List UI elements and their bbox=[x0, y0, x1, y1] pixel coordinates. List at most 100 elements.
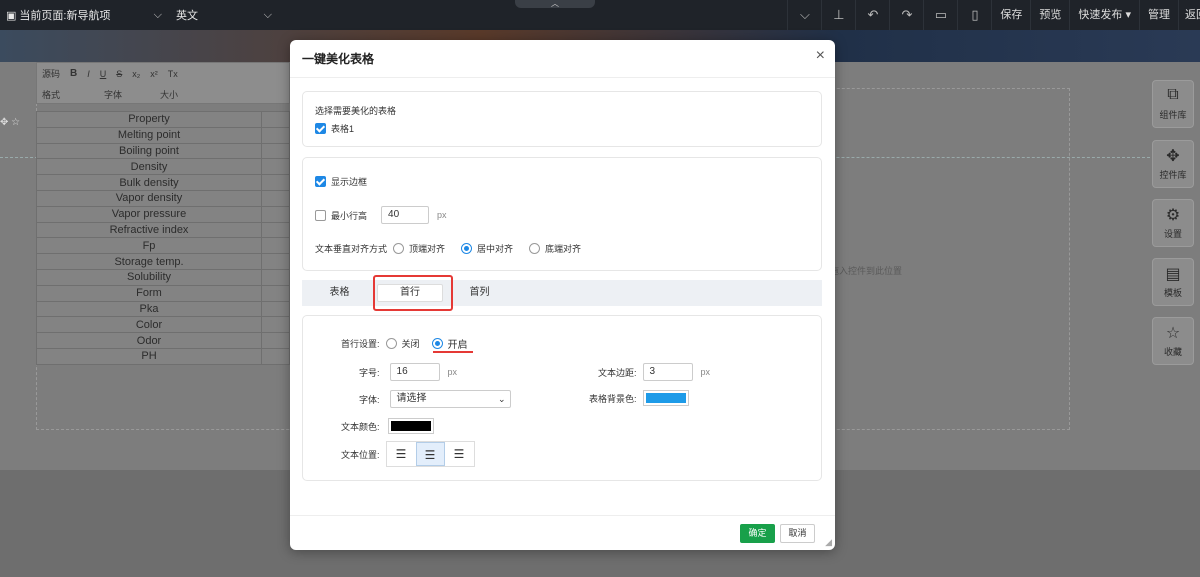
resize-handle-icon[interactable]: ◢ bbox=[825, 537, 832, 548]
tab-first-column[interactable]: 首列 bbox=[447, 280, 512, 306]
undo-icon[interactable]: ↶ bbox=[855, 0, 889, 30]
table-cell[interactable] bbox=[261, 347, 290, 365]
font-size-input[interactable]: 16 bbox=[389, 363, 440, 381]
superscript-button[interactable]: x² bbox=[145, 69, 163, 79]
align-right-icon[interactable]: ☰ bbox=[445, 442, 474, 466]
table-cell[interactable]: Fp bbox=[36, 237, 262, 255]
table-cell[interactable]: Vapor pressure bbox=[36, 205, 262, 223]
align-center-icon[interactable]: ☰ bbox=[415, 442, 445, 466]
manage-button[interactable]: 管理 bbox=[1139, 0, 1178, 30]
table-cell[interactable]: Refractive index bbox=[36, 221, 262, 239]
table-cell[interactable]: Density bbox=[36, 158, 262, 176]
close-icon[interactable]: × bbox=[816, 47, 825, 65]
dock-item-component-library[interactable]: ⧉ 组件库 bbox=[1152, 80, 1194, 128]
table-cell[interactable] bbox=[261, 300, 290, 318]
table-cell[interactable]: Odor bbox=[36, 332, 262, 349]
table-cell[interactable] bbox=[261, 284, 290, 302]
first-row-card: 首行设置: 关闭 开启 字号: 16 px 文本边距: 3 px 字体: 请选择… bbox=[302, 315, 822, 481]
tab-table[interactable]: 表格 bbox=[302, 280, 377, 306]
clear-format-button[interactable]: Tx bbox=[163, 69, 183, 79]
table-cell[interactable]: Melting point bbox=[36, 126, 262, 144]
show-border-checkbox[interactable] bbox=[315, 176, 326, 187]
dock-item-template[interactable]: ▤ 模板 bbox=[1152, 258, 1194, 306]
valign-row: 文本垂直对齐方式 顶端对齐 居中对齐 底端对齐 bbox=[315, 242, 581, 255]
page-icon: ▣ bbox=[6, 9, 17, 22]
collapse-tab[interactable]: ︿ bbox=[515, 0, 595, 8]
quick-publish-button[interactable]: 快速发布 ▾ bbox=[1069, 0, 1139, 30]
text-color-swatch[interactable] bbox=[387, 418, 434, 434]
table-cell[interactable] bbox=[261, 268, 290, 286]
dock-item-gear[interactable]: ⚙ 设置 bbox=[1152, 199, 1194, 247]
px-unit: px bbox=[700, 367, 711, 377]
valign-bottom-radio[interactable] bbox=[529, 243, 541, 254]
table-cell[interactable] bbox=[261, 158, 290, 176]
italic-button[interactable]: I bbox=[82, 69, 95, 79]
text-color-fill bbox=[390, 421, 431, 431]
table-cell[interactable]: Storage temp. bbox=[36, 253, 262, 270]
table-cell[interactable] bbox=[261, 316, 290, 334]
source-button[interactable]: 源码 bbox=[37, 67, 65, 80]
font-select[interactable]: 请选择 ⌄ bbox=[389, 390, 511, 408]
first-row-on-label: 开启 bbox=[447, 340, 468, 351]
table-row: Property bbox=[36, 111, 290, 128]
dock-item-star[interactable]: ☆ 收藏 bbox=[1152, 317, 1194, 365]
table-cell[interactable]: Boiling point bbox=[36, 142, 262, 160]
desktop-icon[interactable]: ▭ bbox=[923, 0, 957, 30]
first-row-on-radio[interactable] bbox=[431, 338, 443, 349]
first-row-off-radio[interactable] bbox=[385, 338, 397, 349]
min-row-height-checkbox[interactable] bbox=[315, 209, 326, 221]
dock-item-puzzle[interactable]: ✥ 控件库 bbox=[1152, 140, 1194, 188]
table-cell[interactable] bbox=[261, 174, 290, 191]
table-cell[interactable]: Form bbox=[36, 284, 262, 302]
dock-item-label: 设置 bbox=[1163, 229, 1182, 239]
mobile-icon[interactable]: ▯ bbox=[957, 0, 991, 30]
table-cell[interactable]: Vapor density bbox=[36, 189, 262, 207]
show-border-row[interactable]: 显示边框 bbox=[315, 175, 367, 188]
text-position-label: 文本位置: bbox=[341, 449, 380, 460]
left-tools[interactable]: ✥ ☆ bbox=[0, 117, 40, 131]
bg-color-swatch[interactable] bbox=[642, 390, 689, 406]
table-cell[interactable] bbox=[261, 189, 290, 207]
underline-button[interactable]: U bbox=[95, 69, 112, 79]
table-cell[interactable] bbox=[261, 126, 290, 144]
table1-checkbox-row[interactable]: 表格1 bbox=[315, 122, 354, 135]
table-cell[interactable]: Bulk density bbox=[36, 174, 262, 191]
collapse-down-icon[interactable]: ⌵ bbox=[787, 0, 821, 30]
format-select[interactable]: 格式 bbox=[37, 88, 99, 101]
table-cell[interactable] bbox=[261, 332, 290, 349]
language-selector[interactable]: 英文 ⌵ bbox=[170, 7, 280, 23]
table-cell[interactable] bbox=[261, 205, 290, 223]
bold-button[interactable]: B bbox=[65, 68, 82, 79]
table-cell[interactable]: PH bbox=[36, 347, 262, 365]
table-cell[interactable] bbox=[261, 253, 290, 270]
table-cell[interactable] bbox=[261, 221, 290, 239]
align-left-icon[interactable]: ☰ bbox=[387, 442, 416, 466]
font-row: 字体: 请选择 ⌄ bbox=[359, 390, 511, 408]
valign-top-radio[interactable] bbox=[393, 243, 405, 254]
layout-icon[interactable]: ⊥ bbox=[821, 0, 855, 30]
font-size-row: 字号: 16 px bbox=[359, 363, 457, 381]
back-button[interactable]: 返回 bbox=[1178, 0, 1200, 30]
table1-checkbox[interactable] bbox=[315, 123, 326, 134]
table-cell[interactable] bbox=[261, 111, 290, 128]
preview-button[interactable]: 预览 bbox=[1030, 0, 1069, 30]
confirm-button[interactable]: 确定 bbox=[740, 524, 775, 543]
table-cell[interactable]: Property bbox=[36, 111, 262, 128]
show-border-label: 显示边框 bbox=[331, 177, 368, 187]
save-button[interactable]: 保存 bbox=[991, 0, 1030, 30]
strike-button[interactable]: S bbox=[111, 69, 127, 79]
table-cell[interactable] bbox=[261, 237, 290, 255]
min-row-height-input[interactable]: 40 bbox=[381, 206, 430, 224]
cancel-button[interactable]: 取消 bbox=[780, 524, 815, 543]
table-cell[interactable]: Color bbox=[36, 316, 262, 334]
table-cell[interactable] bbox=[261, 142, 290, 160]
size-select[interactable]: 大小 bbox=[155, 88, 211, 101]
redo-icon[interactable]: ↷ bbox=[889, 0, 923, 30]
valign-middle-radio[interactable] bbox=[461, 243, 473, 254]
page-selector[interactable]: ▣ 当前页面:新导航项 ⌵ bbox=[0, 7, 170, 23]
font-select[interactable]: 字体 bbox=[99, 88, 155, 101]
table-cell[interactable]: Solubility bbox=[36, 268, 262, 286]
text-padding-input[interactable]: 3 bbox=[642, 363, 693, 381]
subscript-button[interactable]: x₂ bbox=[127, 69, 145, 79]
table-cell[interactable]: Pka bbox=[36, 300, 262, 318]
